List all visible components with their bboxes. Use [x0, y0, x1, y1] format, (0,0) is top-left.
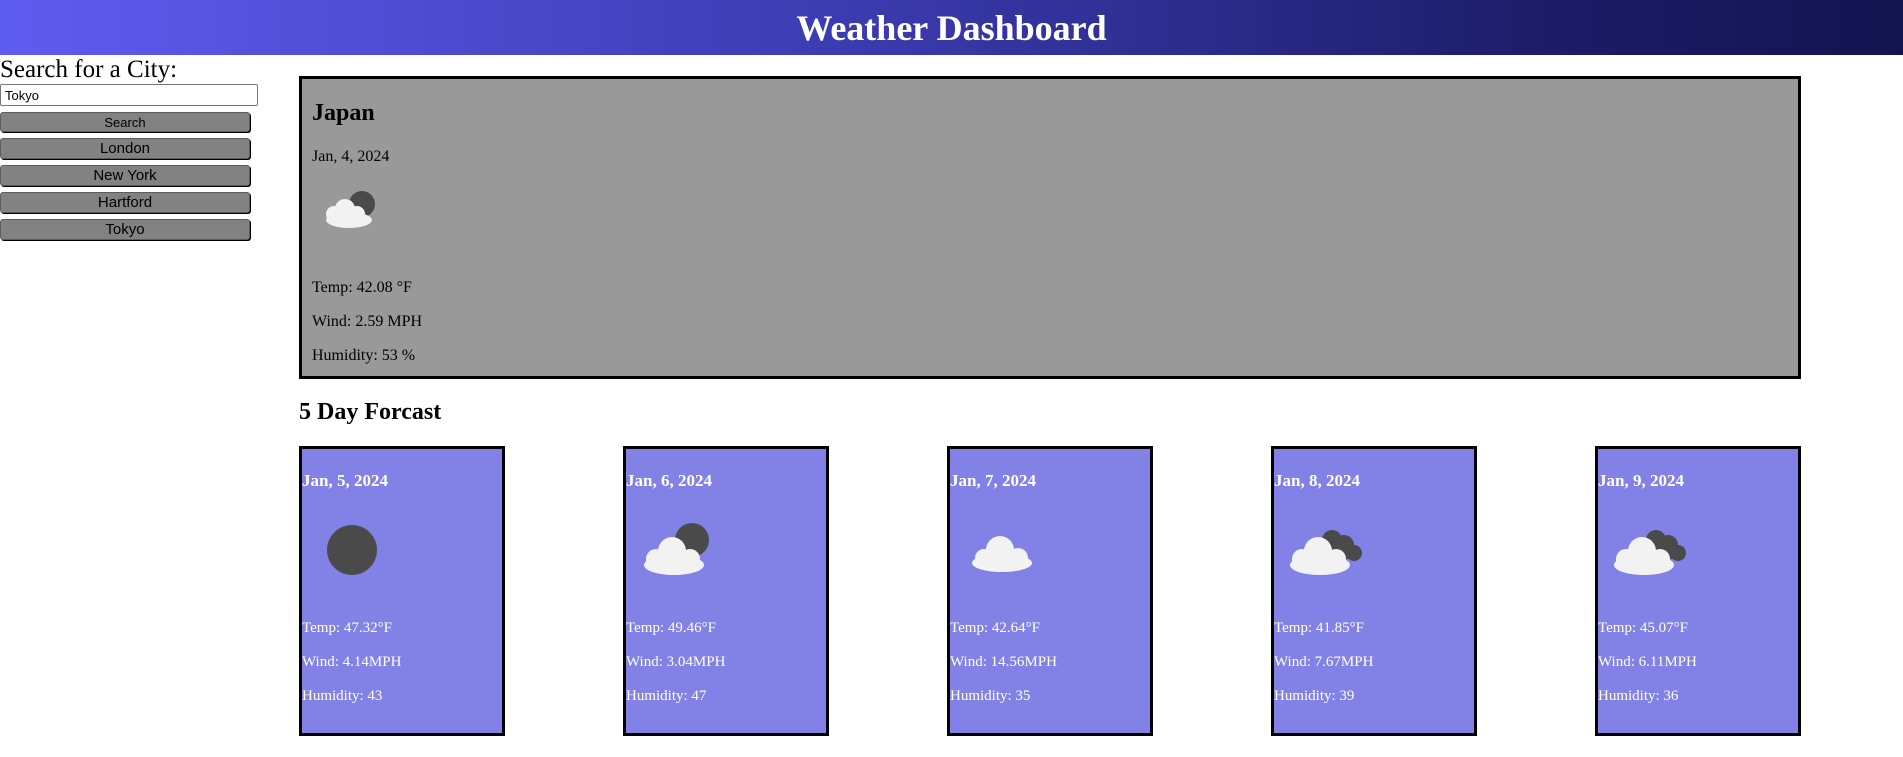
forecast-humidity: Humidity: 35: [950, 688, 1031, 704]
current-city-name: Japan: [312, 100, 375, 126]
forecast-humidity: Humidity: 39: [1274, 688, 1355, 704]
history-button-hartford[interactable]: Hartford: [0, 192, 250, 213]
history-button-london[interactable]: London: [0, 138, 250, 159]
forecast-wind: Wind: 6.11MPH: [1598, 654, 1697, 670]
current-temp: Temp: 42.08 °F: [312, 279, 412, 296]
forecast-title: 5 Day Forcast: [299, 399, 442, 425]
current-date: Jan, 4, 2024: [312, 148, 390, 165]
forecast-humidity: Humidity: 43: [302, 688, 383, 704]
forecast-wind: Wind: 14.56MPH: [950, 654, 1057, 670]
forecast-card: Jan, 5, 2024 Temp: 47.32°F Wind: 4.14MPH…: [299, 446, 505, 736]
forecast-temp: Temp: 41.85°F: [1274, 620, 1364, 636]
forecast-date: Jan, 7, 2024: [950, 471, 1036, 490]
forecast-date: Jan, 8, 2024: [1274, 471, 1360, 490]
forecast-temp: Temp: 45.07°F: [1598, 620, 1688, 636]
city-search-input[interactable]: [0, 84, 258, 106]
partly-cloudy-night-icon: [312, 176, 382, 246]
forecast-temp: Temp: 47.32°F: [302, 620, 392, 636]
history-button-tokyo[interactable]: Tokyo: [0, 219, 250, 240]
page-header: Weather Dashboard: [0, 0, 1903, 55]
forecast-card: Jan, 8, 2024 Temp: 41.85°F Wind: 7.67MPH: [1271, 446, 1477, 736]
sidebar: Search for a City: Search London New Yor…: [0, 55, 260, 240]
forecast-temp: Temp: 42.64°F: [950, 620, 1040, 636]
current-weather-panel: Japan Jan, 4, 2024 Temp: 42.08 °F Wind: …: [299, 76, 1801, 379]
forecast-wind: Wind: 3.04MPH: [626, 654, 726, 670]
forecast-row: Jan, 5, 2024 Temp: 47.32°F Wind: 4.14MPH…: [299, 446, 1801, 736]
cloud-icon: [950, 515, 1050, 585]
forecast-card: Jan, 7, 2024 Temp: 42.64°F Wind: 14.56MP…: [947, 446, 1153, 736]
forecast-date: Jan, 9, 2024: [1598, 471, 1684, 490]
forecast-humidity: Humidity: 47: [626, 688, 707, 704]
forecast-card: Jan, 9, 2024 Temp: 45.07°F Wind: 6.11MPH: [1595, 446, 1801, 736]
partly-cloudy-night-icon: [626, 515, 726, 585]
clear-night-icon: [302, 515, 402, 585]
history-button-new-york[interactable]: New York: [0, 165, 250, 186]
forecast-card: Jan, 6, 2024 Temp: 49.46°F Wind: 3.04MPH…: [623, 446, 829, 736]
current-humidity: Humidity: 53 %: [312, 347, 416, 364]
forecast-wind: Wind: 7.67MPH: [1274, 654, 1374, 670]
current-wind: Wind: 2.59 MPH: [312, 313, 423, 330]
forecast-temp: Temp: 49.46°F: [626, 620, 716, 636]
broken-clouds-icon: [1274, 515, 1374, 585]
forecast-date: Jan, 6, 2024: [626, 471, 712, 490]
search-button[interactable]: Search: [0, 112, 250, 132]
search-label: Search for a City:: [0, 56, 178, 83]
forecast-humidity: Humidity: 36: [1598, 688, 1679, 704]
page-title: Weather Dashboard: [796, 7, 1107, 48]
forecast-wind: Wind: 4.14MPH: [302, 654, 402, 670]
forecast-date: Jan, 5, 2024: [302, 471, 388, 490]
broken-clouds-icon: [1598, 515, 1698, 585]
